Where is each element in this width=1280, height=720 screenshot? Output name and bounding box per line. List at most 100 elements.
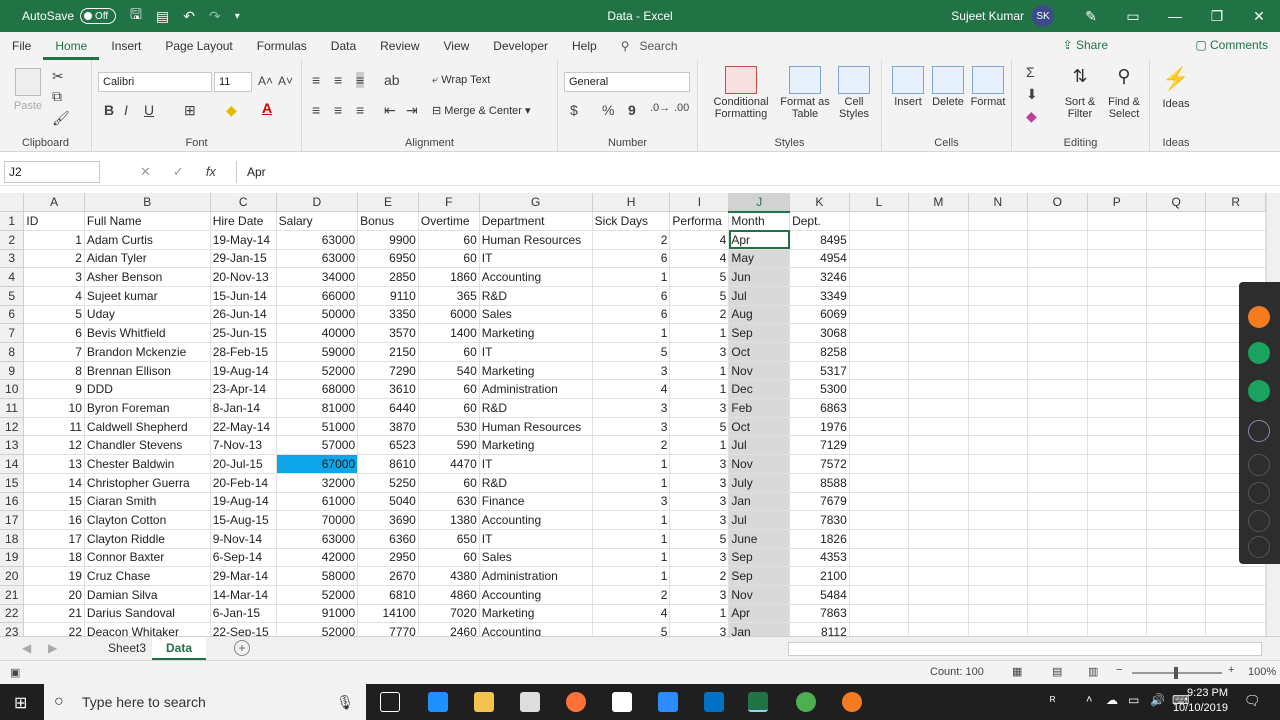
cell[interactable]: 42000 [276,548,359,568]
empty-cell[interactable] [849,249,910,269]
save-icon[interactable]: 🖫 [130,4,142,28]
cell[interactable]: Administration [479,566,593,586]
empty-cell[interactable] [1027,323,1088,343]
cell[interactable]: Jul [728,286,791,306]
increase-font-icon[interactable]: A˄ [258,74,273,88]
empty-cell[interactable] [968,510,1029,530]
worksheet-grid[interactable]: ABCDEFGHIJKLMNOPQR 1 ID Full Name Hire Date… [0,193,1266,636]
cell[interactable]: Oct [728,417,791,437]
cell[interactable]: 26-Jun-14 [210,305,277,325]
cell[interactable]: Jan [728,492,791,512]
cell[interactable]: 3 [669,548,730,568]
cell[interactable]: Sales [479,548,593,568]
cell[interactable]: Oct [728,342,791,362]
cell[interactable]: 23-Apr-14 [210,379,277,400]
empty-cell[interactable] [849,473,910,493]
cell[interactable]: 60 [418,230,480,250]
close-icon[interactable]: ✕ [1238,8,1280,25]
cell[interactable]: 81000 [276,398,359,418]
empty-cell[interactable] [968,379,1029,400]
empty-cell[interactable] [968,305,1029,325]
cell[interactable]: 20 [23,585,85,605]
column-header-f[interactable]: F [418,193,480,213]
sheet-tab-sheet3[interactable]: Sheet3 [94,637,160,660]
tab-formulas[interactable]: Formulas [245,32,319,60]
avatar[interactable]: SK [1032,5,1054,27]
cell[interactable]: 14100 [357,604,419,624]
cell[interactable]: 25-Jun-15 [210,323,277,343]
row-header[interactable]: 20 [0,566,25,586]
cell[interactable]: 1976 [789,417,850,437]
cell[interactable]: 5 [592,622,671,636]
cell[interactable]: 1 [592,548,671,568]
cell[interactable]: 5317 [789,361,850,381]
ideas-button[interactable]: ⚡ Ideas [1156,66,1196,110]
column-header-e[interactable]: E [357,193,419,213]
top-align-icon[interactable]: ≡ [312,72,320,88]
empty-cell[interactable] [908,230,969,250]
cell[interactable]: Human Resources [479,230,593,250]
empty-cell[interactable] [1087,379,1147,400]
cell[interactable]: Sep [728,548,791,568]
cell[interactable]: 6440 [357,398,419,418]
cell[interactable]: 22-Sep-15 [210,622,277,636]
cell[interactable]: 32000 [276,473,359,493]
cell[interactable]: 2460 [418,622,480,636]
empty-cell[interactable] [1087,230,1147,250]
cell[interactable]: 6 [23,323,85,343]
empty-cell[interactable] [968,492,1029,512]
empty-cell[interactable] [1027,454,1088,474]
ribbon-display-icon[interactable]: ▭ [1112,8,1154,25]
empty-cell[interactable] [908,604,969,624]
cell[interactable]: 52000 [276,585,359,605]
cell[interactable]: 22-May-14 [210,417,277,437]
decrease-decimal-icon[interactable]: .00 [674,102,689,114]
empty-cell[interactable] [1087,604,1147,624]
empty-cell[interactable] [908,473,969,493]
empty-cell[interactable] [1146,230,1207,250]
cell[interactable]: 3246 [789,267,850,287]
empty-cell[interactable] [908,548,969,568]
cell[interactable]: 10 [23,398,85,418]
cell[interactable]: 1 [669,435,730,456]
cell[interactable]: 15-Jun-14 [210,286,277,306]
empty-cell[interactable] [1205,230,1266,250]
conditional-formatting-button[interactable]: Conditional Formatting [704,66,778,120]
cell[interactable]: 18 [23,548,85,568]
empty-cell[interactable] [1087,492,1147,512]
cell[interactable]: 63000 [276,529,359,549]
insert-cells-button[interactable]: Insert [888,66,928,108]
cell[interactable]: 1 [592,529,671,549]
empty-cell[interactable] [1087,342,1147,362]
cell[interactable]: 3 [23,267,85,287]
cell[interactable]: 8588 [789,473,850,493]
cell[interactable]: R&D [479,398,593,418]
file-explorer-icon[interactable] [474,692,494,712]
copy-icon[interactable]: ⧉ [52,88,62,105]
autosave[interactable]: AutoSave Off [22,8,117,24]
cell[interactable]: 4 [669,230,730,250]
empty-cell[interactable] [1146,286,1207,306]
cell[interactable]: 20-Feb-14 [210,473,277,493]
empty-cell[interactable] [1027,286,1088,306]
cell[interactable]: 13 [23,454,85,474]
empty-cell[interactable] [1027,604,1088,624]
empty-cell[interactable] [908,492,969,512]
cell[interactable]: 3 [669,622,730,636]
empty-cell[interactable] [1087,435,1147,456]
cell[interactable]: Sep [728,323,791,343]
empty-cell[interactable] [968,585,1029,605]
cell[interactable]: Dec [728,379,791,400]
empty-cell[interactable] [908,342,969,362]
borders-icon[interactable]: ⊞ [184,102,196,119]
cell[interactable]: 6 [592,249,671,269]
cell[interactable]: Jul [728,435,791,456]
cell[interactable]: Apr [728,230,791,250]
tab-file[interactable]: File [0,32,43,60]
empty-cell[interactable] [968,622,1029,636]
empty-cell[interactable] [968,604,1029,624]
empty-cell[interactable] [849,361,910,381]
empty-cell[interactable] [908,622,969,636]
add-sheet-icon[interactable]: + [234,640,250,656]
column-title-cell[interactable]: Full Name [84,211,211,231]
